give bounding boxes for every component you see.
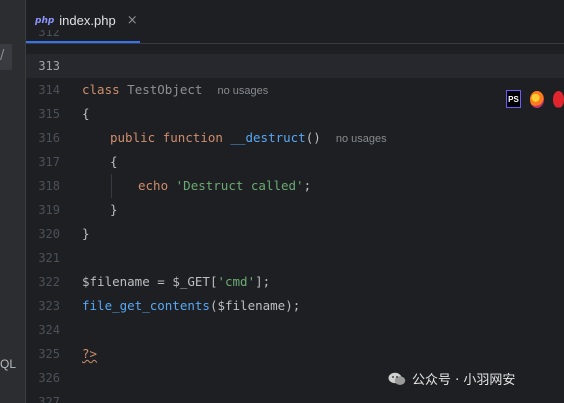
code-line: 318 echo 'Destruct called'; — [26, 174, 564, 198]
browser-preview-icons: PS — [496, 86, 564, 112]
string-literal: 'cmd' — [217, 274, 256, 289]
line-number: 312 — [38, 30, 60, 39]
code-text: { — [82, 106, 90, 121]
watermark: 公众号 · 小羽网安 — [388, 369, 515, 388]
code-line: 327 — [26, 390, 564, 403]
bracket: ]; — [255, 274, 271, 289]
code-line: 316 public function __destruct() no usag… — [26, 126, 564, 150]
line-number: 316 — [38, 131, 60, 145]
code-text: } — [110, 202, 118, 217]
firefox-icon[interactable] — [529, 90, 544, 108]
left-tool-strip: / QL — [0, 0, 26, 403]
php-file-icon: php — [35, 15, 55, 26]
code-text: ?> — [82, 342, 97, 366]
code-line: 322 $filename = $_GET['cmd']; — [26, 270, 564, 294]
line-number: 326 — [38, 371, 60, 385]
line-number: 315 — [38, 107, 60, 121]
line-number: 322 — [38, 275, 60, 289]
wechat-icon — [388, 372, 406, 385]
usage-hint[interactable]: no usages — [336, 133, 387, 145]
code-editor[interactable]: 312 313 314 class TestObject no usages 3… — [26, 30, 564, 403]
code-text: file_get_contents($filename); — [82, 294, 300, 318]
line-number: 323 — [38, 299, 60, 313]
code-line: 319 } — [26, 198, 564, 222]
close-icon[interactable]: × — [127, 13, 138, 28]
line-number: 314 — [38, 83, 60, 97]
code-line: 320 } — [26, 222, 564, 246]
arguments: ($filename); — [209, 298, 301, 313]
code-line: 324 — [26, 318, 564, 342]
operator: = — [149, 274, 173, 289]
superglobal: $_GET — [172, 274, 210, 289]
code-line: 325 ?> — [26, 342, 564, 366]
line-number: 327 — [38, 395, 60, 403]
php-close-tag: ?> — [82, 346, 98, 361]
phpstorm-icon[interactable]: PS — [506, 90, 521, 108]
code-text: } — [82, 226, 90, 241]
tab-label: index.php — [59, 13, 116, 28]
code-line: 323 file_get_contents($filename); — [26, 294, 564, 318]
code-line: 312 — [26, 30, 564, 44]
string-literal: 'Destruct called' — [175, 178, 304, 193]
code-text: $filename = $_GET['cmd']; — [82, 270, 270, 294]
keyword-public: public — [110, 130, 156, 145]
code-text: { — [110, 154, 118, 169]
line-number: 318 — [38, 179, 60, 193]
watermark-text: 公众号 · 小羽网安 — [412, 373, 516, 388]
line-number: 317 — [38, 155, 60, 169]
line-number: 320 — [38, 227, 60, 241]
line-number: 325 — [38, 347, 60, 361]
parens: () — [305, 130, 321, 145]
keyword-echo: echo — [138, 178, 169, 193]
code-text: class TestObject no usages — [82, 78, 268, 103]
line-number: 313 — [38, 59, 60, 73]
line-number: 319 — [38, 203, 60, 217]
code-line: 321 — [26, 246, 564, 270]
function-name: __destruct — [230, 130, 306, 145]
variable: $filename — [82, 274, 150, 289]
keyword-class: class — [82, 82, 120, 97]
code-text: echo 'Destruct called'; — [138, 174, 311, 198]
sql-tool-label[interactable]: QL — [0, 357, 16, 371]
code-line: 315 { — [26, 102, 564, 126]
function-call: file_get_contents — [82, 298, 210, 313]
code-line: 313 — [26, 54, 564, 78]
semicolon: ; — [303, 178, 312, 193]
opera-icon[interactable] — [552, 90, 564, 108]
code-text: public function __destruct() no usages — [110, 126, 387, 151]
keyword-function: function — [162, 130, 223, 145]
code-line: 317 { — [26, 150, 564, 174]
usage-hint[interactable]: no usages — [218, 85, 269, 97]
line-number: 321 — [38, 251, 60, 265]
line-number: 324 — [38, 323, 60, 337]
class-name: TestObject — [127, 82, 203, 97]
code-line: 314 class TestObject no usages — [26, 78, 564, 102]
project-tool-glyph[interactable]: / — [0, 48, 4, 63]
